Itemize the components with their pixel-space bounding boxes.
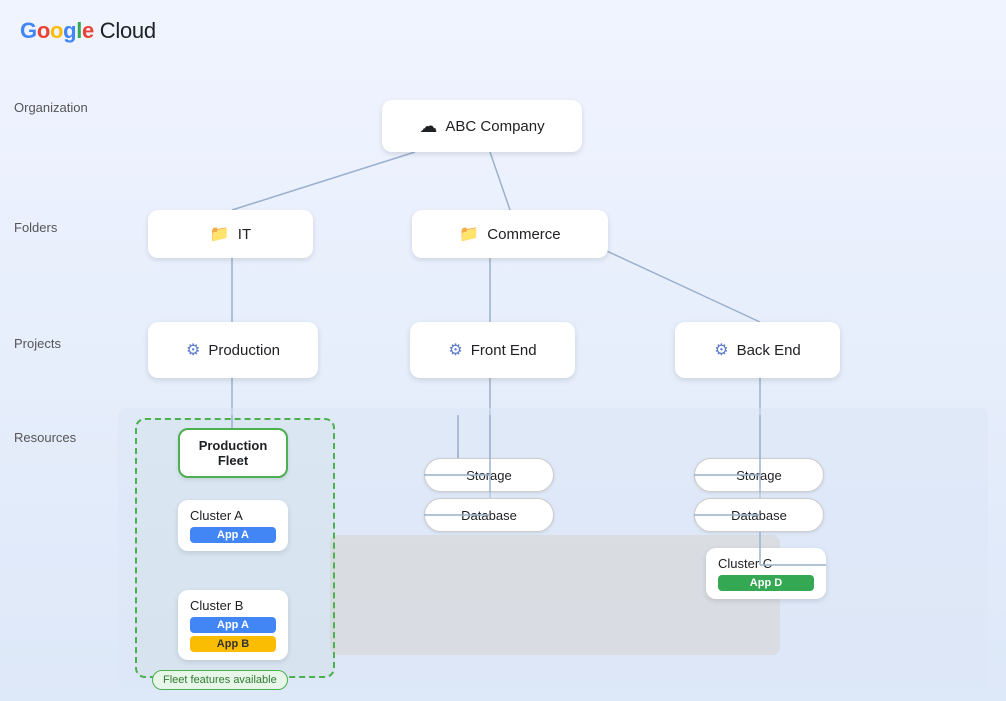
- org-label: ABC Company: [445, 118, 544, 135]
- frontend-node: ⚙ Front End: [410, 322, 575, 378]
- org-node: ☁ ABC Company: [382, 100, 582, 152]
- commerce-label: Commerce: [487, 226, 560, 243]
- cluster-a-box: Cluster A App A: [178, 500, 288, 551]
- frontend-label: Front End: [471, 342, 537, 359]
- backend-database-box: Database: [694, 498, 824, 532]
- folder-commerce-icon: 📁: [459, 224, 479, 244]
- cluster-b-app-a-badge: App A: [190, 617, 276, 633]
- section-resources: Resources: [14, 430, 76, 445]
- backend-label: Back End: [737, 342, 801, 359]
- section-organization: Organization: [14, 100, 88, 115]
- it-node: 📁 IT: [148, 210, 313, 258]
- cluster-c-label: Cluster C: [718, 556, 814, 571]
- section-folders: Folders: [14, 220, 57, 235]
- backend-database-label: Database: [731, 508, 787, 523]
- backend-storage-label: Storage: [736, 468, 782, 483]
- cloud-icon: ☁: [419, 116, 437, 137]
- frontend-storage-label: Storage: [466, 468, 512, 483]
- frontend-database-label: Database: [461, 508, 517, 523]
- section-projects: Projects: [14, 336, 61, 351]
- production-fleet-box: ProductionFleet: [178, 428, 288, 478]
- app-a-badge: App A: [190, 527, 276, 543]
- app-d-badge: App D: [718, 575, 814, 591]
- fleet-features-badge: Fleet features available: [152, 670, 288, 690]
- page-background: Google Cloud Organization Folders Projec…: [0, 0, 1006, 701]
- cluster-c-box: Cluster C App D: [706, 548, 826, 599]
- folder-it-icon: 📁: [210, 224, 230, 244]
- cluster-b-box: Cluster B App A App B: [178, 590, 288, 660]
- frontend-storage-box: Storage: [424, 458, 554, 492]
- project-backend-icon: ⚙: [714, 340, 728, 360]
- logo: Google Cloud: [20, 18, 156, 44]
- cluster-b-label: Cluster B: [190, 598, 276, 613]
- production-fleet-label: ProductionFleet: [199, 438, 268, 468]
- logo-cloud: Cloud: [100, 18, 156, 43]
- cluster-b-app-b-badge: App B: [190, 636, 276, 652]
- backend-node: ⚙ Back End: [675, 322, 840, 378]
- production-label: Production: [208, 342, 280, 359]
- cluster-a-label: Cluster A: [190, 508, 276, 523]
- production-node: ⚙ Production: [148, 322, 318, 378]
- frontend-database-box: Database: [424, 498, 554, 532]
- project-frontend-icon: ⚙: [448, 340, 462, 360]
- logo-google: Google: [20, 18, 100, 43]
- project-production-icon: ⚙: [186, 340, 200, 360]
- it-label: IT: [238, 226, 251, 243]
- commerce-node: 📁 Commerce: [412, 210, 608, 258]
- backend-storage-box: Storage: [694, 458, 824, 492]
